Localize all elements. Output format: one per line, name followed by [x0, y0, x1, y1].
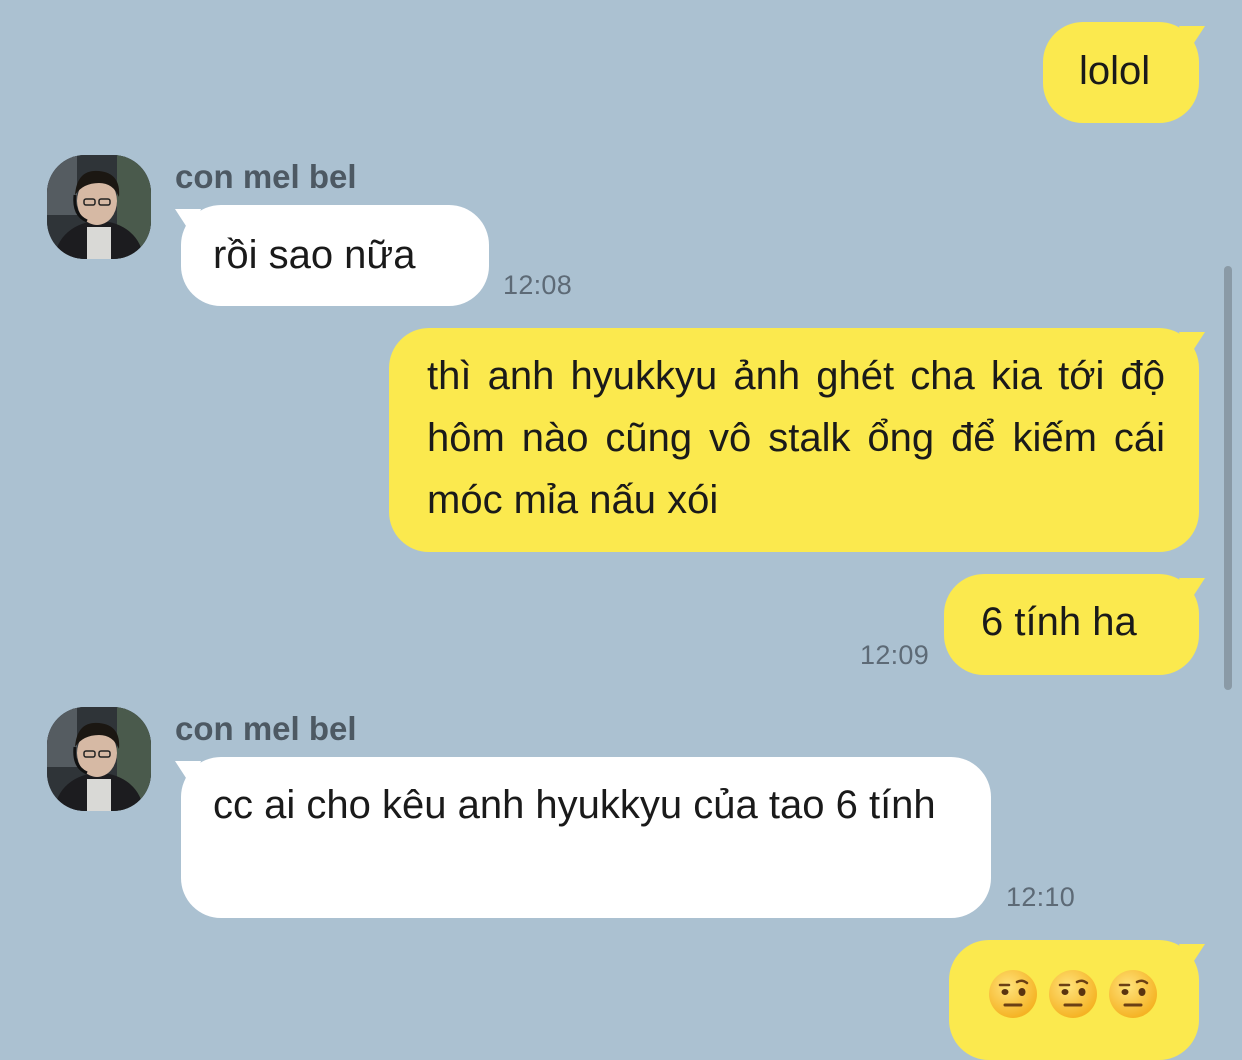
sender-avatar[interactable]	[47, 707, 151, 811]
message-text: 6 tính ha	[981, 600, 1137, 644]
sender-name: con mel bel	[175, 158, 357, 195]
message-timestamp: 12:09	[860, 640, 930, 670]
message-text: cc ai cho kêu anh hyukkyu của tao 6 tính	[213, 783, 936, 827]
message-timestamp: 12:10	[1006, 882, 1076, 912]
my-message-bubble[interactable]	[949, 940, 1199, 1060]
sender-name: con mel bel	[175, 710, 357, 747]
my-message-bubble[interactable]: thì anh hyukkyu ảnh ghét cha kia tới độ …	[389, 328, 1199, 552]
message-text: lolol	[1079, 49, 1151, 93]
message-timestamp: 12:08	[503, 270, 573, 300]
sender-avatar[interactable]	[47, 155, 151, 259]
message-text: rồi sao nữa	[213, 233, 416, 277]
their-message-bubble[interactable]: cc ai cho kêu anh hyukkyu của tao 6 tính	[181, 757, 991, 918]
face-with-raised-eyebrow-icon	[1109, 970, 1157, 1018]
avatar-photo	[47, 707, 151, 811]
face-with-raised-eyebrow-icon	[989, 970, 1037, 1018]
avatar-photo	[47, 155, 151, 259]
scrollbar-thumb[interactable]	[1224, 266, 1232, 690]
my-message-bubble[interactable]: lolol	[1043, 22, 1199, 123]
their-message-bubble[interactable]: rồi sao nữa	[181, 205, 489, 306]
chat-message-list[interactable]: lolol con mel bel rồi sao nữa 12:08 thì …	[0, 0, 1242, 1060]
message-text: thì anh hyukkyu ảnh ghét cha kia tới độ …	[427, 354, 1165, 522]
emoji-row	[987, 968, 1165, 1020]
my-message-bubble[interactable]: 6 tính ha	[944, 574, 1199, 675]
face-with-raised-eyebrow-icon	[1049, 970, 1097, 1018]
